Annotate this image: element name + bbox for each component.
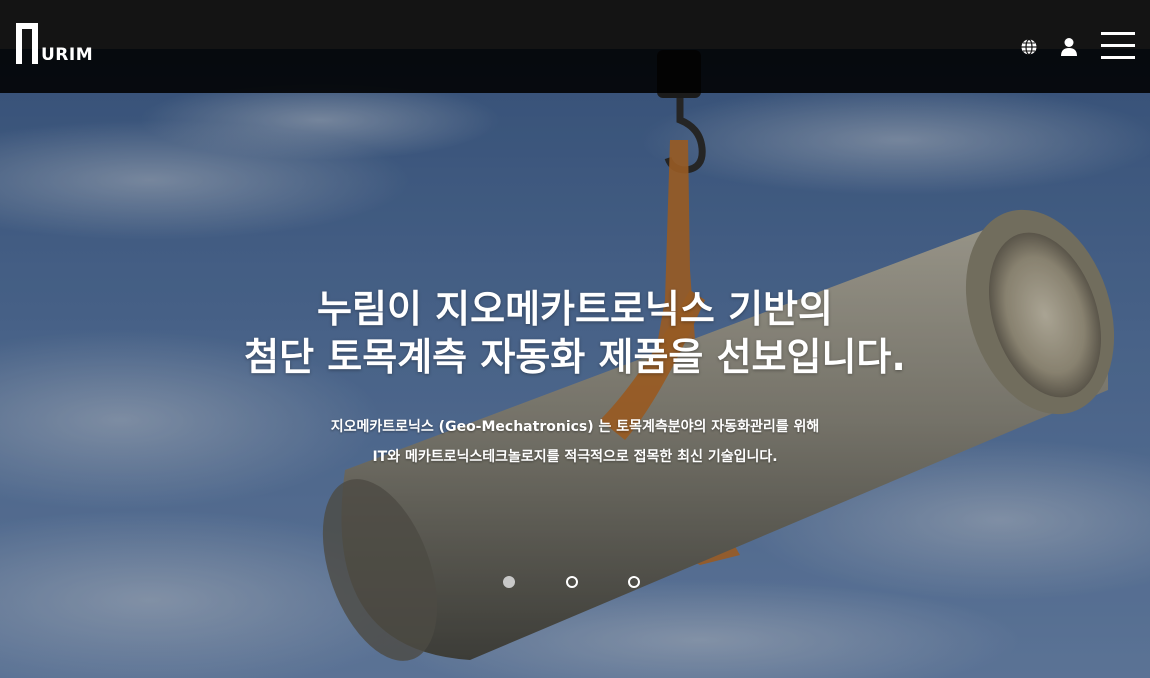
logo-text: URIM [41,45,94,65]
nurim-logo[interactable]: URIM [16,23,98,65]
user-icon[interactable] [1060,37,1078,57]
hamburger-menu-icon[interactable] [1101,32,1135,60]
slider-dot-3[interactable] [628,576,640,588]
hero-title-line-2: 첨단 토목계측 자동화 제품을 선보입니다. [244,335,906,379]
logo-n-mark-icon [16,23,38,64]
slider-dot-1[interactable] [503,576,515,588]
page: URIM 누림이 지오메카트로닉스 기반의 첨단 토목계측 자동화 제품을 선보… [0,0,1150,678]
hero-description-line-2: IT와 메카트로닉스테크놀로지를 적극적으로 접목한 최신 기술입니다. [372,449,778,465]
globe-icon[interactable] [1020,38,1038,56]
site-header: URIM [0,0,1150,93]
header-top-band [0,0,1150,49]
hero-description-line-1: 지오메카트로닉스 (Geo-Mechatronics) 는 토목계측분야의 자동… [330,419,820,435]
hero-title-line-1: 누림이 지오메카트로닉스 기반의 [317,287,833,331]
slider-dot-2[interactable] [566,576,578,588]
